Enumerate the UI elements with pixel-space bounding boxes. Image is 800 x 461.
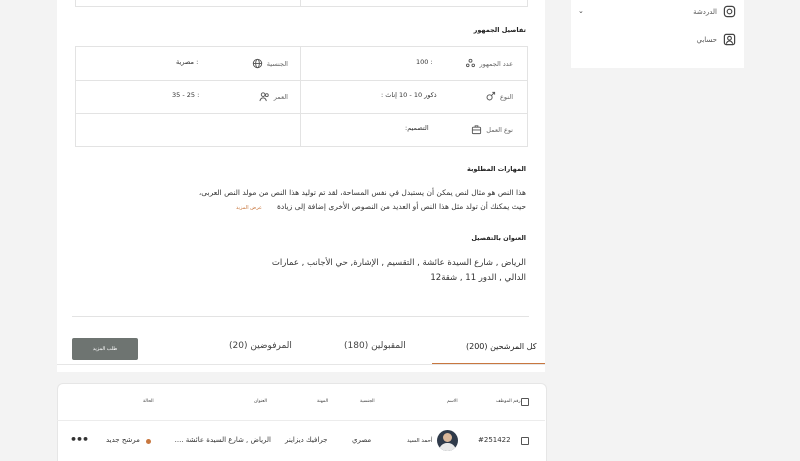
tab-rejected[interactable]: المرفوضين (20) xyxy=(229,341,292,351)
skills-title: المهارات المطلوبة xyxy=(467,165,526,173)
main-panel: تفاصيل الجمهور عدد الجمهور 100 : الجنسية… xyxy=(57,0,545,372)
show-more-link[interactable]: عرض المزيد xyxy=(236,205,262,211)
sidebar-item-label: حسابي xyxy=(696,35,718,44)
address-title: العنوان بالتفصيل xyxy=(471,234,526,242)
header-status: الحالة xyxy=(143,399,154,404)
age-value: 35 - 25 : xyxy=(172,91,200,99)
gender-cell: النوع xyxy=(485,91,513,102)
tab-accepted[interactable]: المقبولين (180) xyxy=(344,341,406,351)
candidate-nationality: مصري xyxy=(352,436,372,444)
header-name: الاسم xyxy=(447,399,458,404)
header-address: العنوان xyxy=(254,399,268,404)
chevron-down-icon[interactable]: ⌄ xyxy=(578,7,584,15)
nationality-cell: الجنسية xyxy=(252,58,288,69)
select-all-checkbox[interactable] xyxy=(521,398,529,406)
top-grid-remnant xyxy=(75,0,528,7)
briefcase-icon xyxy=(472,125,482,135)
audience-count-value: 100 : xyxy=(416,58,433,66)
request-more-button[interactable]: طلب المزيد xyxy=(72,338,138,360)
header-employee-id: رقم الموظف xyxy=(496,399,521,404)
work-type-cell: نوع العمل xyxy=(471,124,513,135)
row-checkbox[interactable] xyxy=(521,437,529,445)
sidebar-item-chat[interactable]: الدردشة xyxy=(693,5,736,18)
candidate-name: أحمد السيد xyxy=(407,438,433,444)
divider xyxy=(72,316,529,317)
globe-icon xyxy=(252,58,262,69)
gender-value: : ذكور 10 - 10 إناث xyxy=(381,91,437,99)
age-cell: العمر xyxy=(259,91,288,102)
avatar xyxy=(437,430,458,451)
header-nationality: الجنسية xyxy=(360,399,375,404)
people-icon xyxy=(259,92,269,102)
tabs-divider xyxy=(57,364,545,365)
employee-id: #251422 xyxy=(478,436,511,444)
user-account-icon xyxy=(723,33,736,46)
status-badge: مرشح جديد xyxy=(106,436,140,444)
audience-details-grid: عدد الجمهور 100 : الجنسية مصرية : النوع … xyxy=(75,46,528,147)
nationality-value: مصرية : xyxy=(176,58,199,66)
work-type-value: :التصميم xyxy=(405,124,429,132)
sidebar-item-account[interactable]: حسابي xyxy=(697,33,737,46)
sidebar-item-label: الدردشة xyxy=(693,7,717,16)
group-icon xyxy=(465,58,475,68)
audience-count-cell: عدد الجمهور xyxy=(465,58,513,69)
chat-icon xyxy=(723,5,736,18)
address-line2: الدالي , الدور 11 , شقة12 xyxy=(430,273,526,283)
tab-all-candidates[interactable]: كل المرشحين (200) xyxy=(466,342,537,351)
candidate-profession: جرافيك ديزاينر xyxy=(285,436,328,444)
more-options-icon[interactable]: ••• xyxy=(70,433,89,446)
table-header-divider xyxy=(57,420,545,421)
skills-text-line1: هذا النص هو مثال لنص يمكن أن يستبدل في ن… xyxy=(198,188,526,197)
status-dot xyxy=(146,439,151,444)
candidate-address: الرياض , شارع السيدة عائشة .... xyxy=(174,436,271,444)
gender-icon xyxy=(486,91,496,101)
header-profession: المهنة xyxy=(317,399,329,404)
sidebar-panel: الدردشة ⌄ حسابي xyxy=(571,0,744,68)
audience-details-title: تفاصيل الجمهور xyxy=(473,26,526,34)
address-line1: الرياض , شارع السيدة عائشة , التقسيم , ا… xyxy=(271,258,526,268)
candidates-table xyxy=(57,383,547,461)
